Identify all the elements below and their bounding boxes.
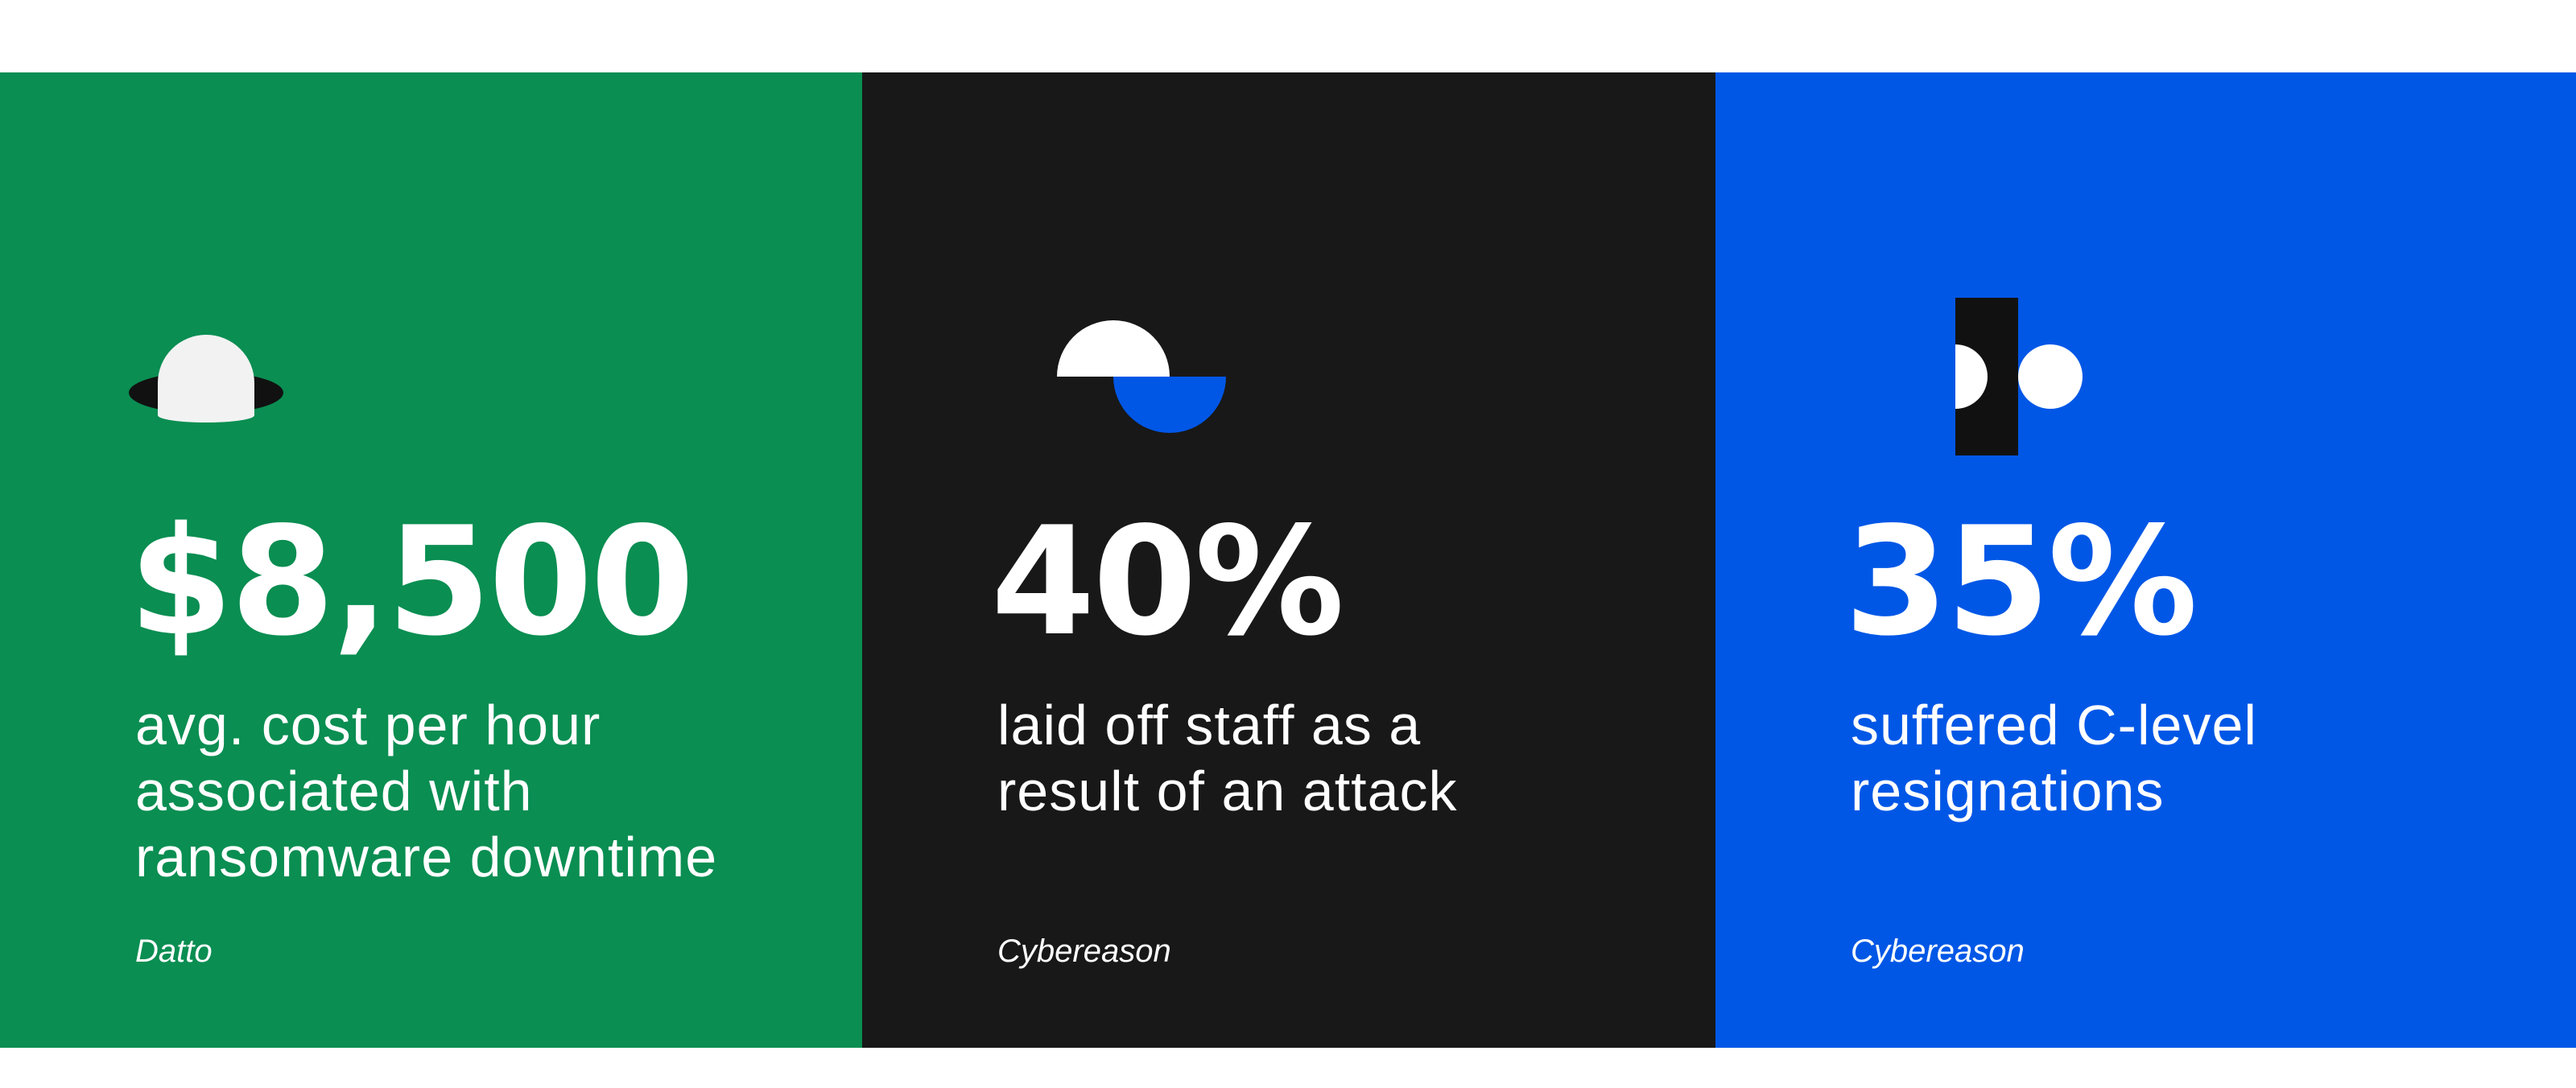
stat-description: laid off staff as a result of an attack [997, 692, 1690, 824]
stat-source: Cybereason [997, 933, 1171, 969]
stat-value: 40% [991, 494, 1344, 669]
split-semicircles-icon [991, 222, 1226, 433]
stat-source: Cybereason [1851, 933, 2025, 969]
stat-description-line: associated with [135, 760, 533, 822]
stat-description: avg. cost per hour associated with ranso… [135, 692, 828, 890]
stat-source: Datto [135, 933, 213, 969]
stat-description-line: laid off staff as a [997, 694, 1422, 756]
bar-circles-icon [1844, 222, 2083, 455]
stat-card-layoffs: 40% laid off staff as a result of an att… [862, 72, 1715, 1048]
dome-shadow-icon [129, 222, 338, 422]
stat-description: suffered C-level resignations [1851, 692, 2543, 824]
stats-band: $8,500 avg. cost per hour associated wit… [0, 72, 2576, 1048]
stat-description-line: avg. cost per hour [135, 694, 601, 756]
stat-value: 35% [1844, 494, 2198, 669]
stat-value: $8,500 [129, 494, 695, 669]
stat-card-cost: $8,500 avg. cost per hour associated wit… [0, 72, 862, 1048]
stat-description-line: suffered C-level [1851, 694, 2257, 756]
stat-description-line: resignations [1851, 760, 2165, 822]
stat-description-line: result of an attack [997, 760, 1458, 822]
stat-description-line: ransomware downtime [135, 826, 718, 888]
stat-card-resignations: 35% suffered C-level resignations Cybere… [1715, 72, 2576, 1048]
